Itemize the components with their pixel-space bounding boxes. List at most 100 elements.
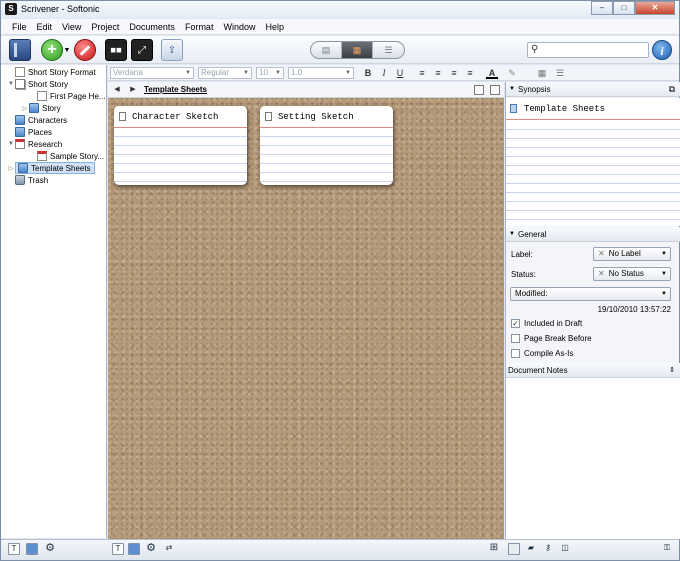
- document-notes-label: Document Notes: [508, 366, 568, 375]
- twisty-icon[interactable]: ▷: [21, 105, 29, 112]
- gear-icon[interactable]: ⚙: [44, 543, 56, 555]
- index-card[interactable]: Setting Sketch: [260, 106, 393, 185]
- fullscreen-icon[interactable]: ⤢: [131, 39, 153, 61]
- document-notes-area[interactable]: [506, 377, 680, 539]
- back-arrow-icon[interactable]: ◀: [111, 84, 123, 96]
- highlight-icon[interactable]: ✎: [506, 67, 518, 79]
- close-button[interactable]: ✕: [635, 1, 675, 15]
- date-type-dropdown[interactable]: Modified: ▼: [510, 287, 671, 301]
- document-notes-header[interactable]: Document Notes ⇕: [506, 363, 680, 378]
- chevron-down-icon[interactable]: ▼: [63, 45, 71, 55]
- add-text-icon[interactable]: T: [8, 543, 20, 555]
- label-dropdown[interactable]: ✕ No Label ▼: [593, 247, 671, 261]
- add-text-icon[interactable]: T: [112, 543, 124, 555]
- menu-view[interactable]: View: [57, 19, 86, 34]
- menu-file[interactable]: File: [7, 19, 32, 34]
- checkbox-unchecked[interactable]: [511, 348, 520, 358]
- delete-icon[interactable]: [74, 39, 96, 61]
- bookmarks-icon[interactable]: ▰: [525, 543, 537, 555]
- twisty-icon[interactable]: ▼: [7, 141, 15, 147]
- updown-arrows-icon[interactable]: ⇕: [669, 363, 675, 378]
- bold-button[interactable]: B: [362, 67, 374, 79]
- search-icon[interactable]: ⚲: [531, 44, 538, 55]
- binder-item-template-sheets[interactable]: ▷ Template Sheets: [7, 162, 95, 174]
- binder-item-sample-story[interactable]: Sample Story...: [29, 150, 104, 162]
- document-title[interactable]: Template Sheets: [144, 85, 207, 94]
- align-center-icon[interactable]: ≡: [432, 67, 444, 79]
- list-icon[interactable]: ☰: [554, 67, 566, 79]
- compile-as-is-checkbox[interactable]: Compile As-Is: [511, 348, 573, 358]
- snapshots-icon[interactable]: ◫: [559, 543, 571, 555]
- font-family-select[interactable]: Verdana ▼: [110, 67, 194, 79]
- card-title: Setting Sketch: [278, 112, 354, 122]
- folder-icon: [18, 163, 28, 173]
- synopsis-header[interactable]: ▼ Synopsis ⧉: [506, 82, 680, 97]
- corkboard-view-button[interactable]: ▦: [342, 42, 373, 58]
- general-header[interactable]: ▼ General: [506, 227, 680, 242]
- document-view-button[interactable]: ▤: [311, 42, 342, 58]
- checkbox-checked[interactable]: ✓: [511, 318, 520, 328]
- synopsis-text-area[interactable]: [506, 121, 680, 226]
- add-folder-icon[interactable]: [128, 543, 140, 555]
- italic-button[interactable]: I: [378, 67, 390, 79]
- binder-item-trash[interactable]: Trash: [15, 174, 48, 186]
- synopsis-card[interactable]: Template Sheets: [506, 98, 680, 226]
- font-style-select[interactable]: Regular ▼: [198, 67, 252, 79]
- index-card[interactable]: Character Sketch: [114, 106, 247, 185]
- image-icon[interactable]: ⧉: [669, 82, 675, 97]
- maximize-button[interactable]: □: [613, 1, 635, 15]
- binder-item-places[interactable]: Places: [15, 126, 52, 138]
- editor-header: ◀ ▶ Template Sheets: [108, 82, 504, 98]
- twisty-icon[interactable]: ▼: [7, 81, 15, 87]
- binder-icon[interactable]: [9, 39, 31, 61]
- menu-documents[interactable]: Documents: [124, 19, 180, 34]
- trash-icon: [15, 175, 25, 185]
- synopsis-title[interactable]: Template Sheets: [524, 104, 605, 114]
- align-left-icon[interactable]: ≡: [416, 67, 428, 79]
- outliner-view-button[interactable]: ☰: [373, 42, 404, 58]
- split-vertical-icon[interactable]: [490, 85, 500, 95]
- clear-icon: ✕: [598, 269, 605, 278]
- lock-icon[interactable]: ⚿: [661, 543, 673, 555]
- binder-item-research[interactable]: ▼ Research: [7, 138, 62, 150]
- help-icon[interactable]: i: [652, 40, 672, 60]
- included-in-draft-checkbox[interactable]: ✓ Included in Draft: [511, 318, 582, 328]
- collapse-icon[interactable]: ▼: [509, 227, 515, 242]
- table-icon[interactable]: ▦: [536, 67, 548, 79]
- gear-icon[interactable]: ⚙: [145, 543, 157, 555]
- grid-icon[interactable]: ⊞: [488, 543, 500, 555]
- status-dropdown[interactable]: ✕ No Status ▼: [593, 267, 671, 281]
- menu-format[interactable]: Format: [180, 19, 219, 34]
- minimize-button[interactable]: –: [591, 1, 613, 15]
- text-color-icon[interactable]: A: [486, 67, 498, 79]
- binder-item-first-page-header[interactable]: First Page He...: [29, 90, 106, 102]
- binder-item-story[interactable]: ▷ Story: [21, 102, 61, 114]
- font-size-select[interactable]: 10 ▼: [256, 67, 284, 79]
- line-spacing-select[interactable]: 1.0 ▼: [288, 67, 354, 79]
- binder-item-short-story[interactable]: ▼ Short Story: [7, 78, 68, 90]
- synopsis-header-label: Synopsis: [518, 85, 551, 94]
- page-break-before-checkbox[interactable]: Page Break Before: [511, 333, 592, 343]
- compile-icon[interactable]: ⇪: [161, 39, 183, 61]
- menu-window[interactable]: Window: [218, 19, 260, 34]
- binder-item-characters[interactable]: Characters: [15, 114, 67, 126]
- forward-arrow-icon[interactable]: ▶: [127, 84, 139, 96]
- search-input[interactable]: [546, 44, 646, 56]
- split-horizontal-icon[interactable]: [474, 85, 484, 95]
- keywords-icon[interactable]: ◼◼: [105, 39, 127, 61]
- add-icon[interactable]: +: [41, 39, 63, 61]
- checkbox-unchecked[interactable]: [511, 333, 520, 343]
- align-right-icon[interactable]: ≡: [448, 67, 460, 79]
- sort-icon[interactable]: ⇄: [163, 543, 175, 555]
- keywords-icon[interactable]: ⚷: [542, 543, 554, 555]
- binder-item-short-story-format[interactable]: Short Story Format: [7, 66, 96, 78]
- add-folder-icon[interactable]: [26, 543, 38, 555]
- collapse-icon[interactable]: ▼: [509, 82, 515, 97]
- notes-tab-icon[interactable]: [508, 543, 520, 555]
- justify-icon[interactable]: ≡: [464, 67, 476, 79]
- menu-project[interactable]: Project: [86, 19, 124, 34]
- underline-button[interactable]: U: [394, 67, 406, 79]
- menu-help[interactable]: Help: [260, 19, 289, 34]
- menu-edit[interactable]: Edit: [32, 19, 58, 34]
- twisty-icon[interactable]: ▷: [7, 165, 15, 172]
